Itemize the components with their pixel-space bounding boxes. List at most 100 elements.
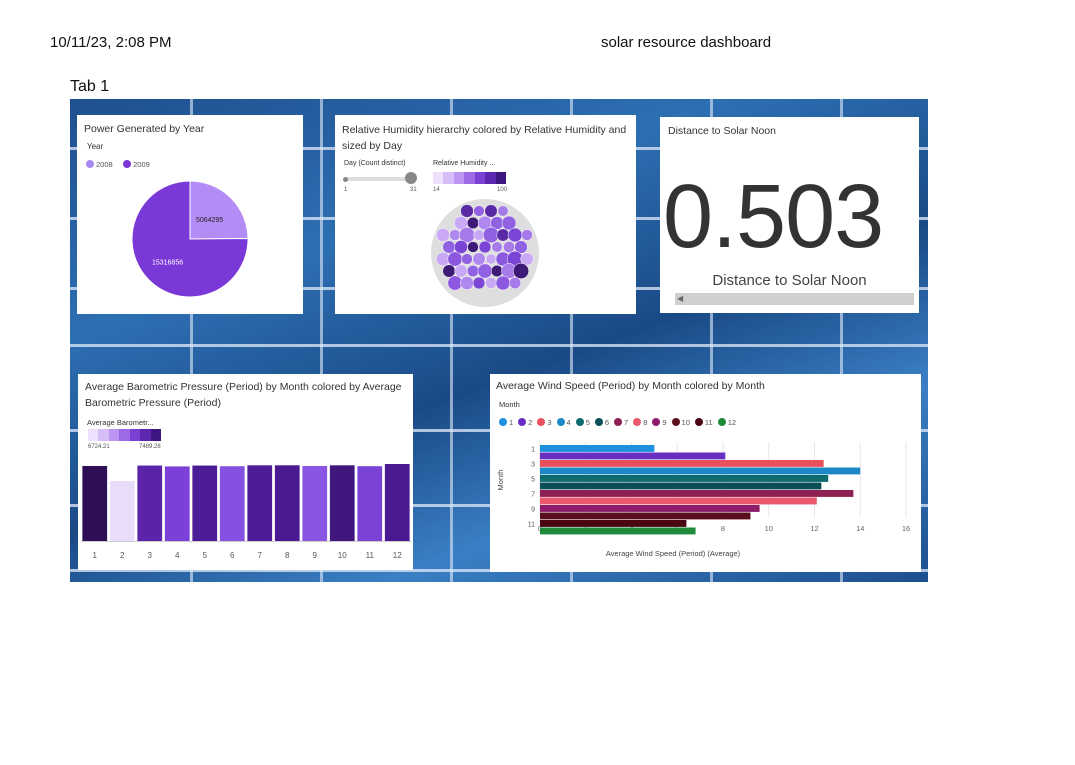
bar-month-6[interactable] <box>219 466 245 541</box>
kpi-title: Distance to Solar Noon <box>668 125 776 137</box>
y-tick-label: 7 <box>531 492 535 499</box>
bubble[interactable] <box>495 275 511 291</box>
x-tick-label: 5 <box>203 551 208 560</box>
bubble[interactable] <box>491 241 503 253</box>
x-tick-label: 4 <box>175 551 180 560</box>
x-tick-label: 10 <box>765 524 773 533</box>
bubble[interactable] <box>485 253 497 265</box>
bubble[interactable] <box>472 252 486 266</box>
bar-month-2[interactable] <box>540 452 726 460</box>
bubble[interactable] <box>449 229 461 241</box>
bubble[interactable] <box>447 275 463 291</box>
bar-month-4[interactable] <box>164 466 190 541</box>
bar-month-12[interactable] <box>384 464 410 541</box>
bar-month-10[interactable] <box>329 465 355 541</box>
y-tick-label: 11 <box>528 522 535 529</box>
tab-1[interactable]: Tab 1 <box>70 78 109 96</box>
x-axis-label: Average Wind Speed (Period) (Average) <box>606 549 741 558</box>
x-tick-label: 14 <box>856 524 864 533</box>
bubble[interactable] <box>485 277 497 289</box>
bar-month-2[interactable] <box>109 480 135 541</box>
bar-month-6[interactable] <box>540 482 822 490</box>
kpi-label: Distance to Solar Noon <box>712 272 867 289</box>
x-tick-label: 16 <box>902 524 910 533</box>
bubble[interactable] <box>508 276 522 290</box>
bubble[interactable] <box>478 240 492 254</box>
x-tick-label: 7 <box>258 551 263 560</box>
pie-data-label: 15316856 <box>152 260 183 267</box>
pie-slice-2008[interactable] <box>189 180 249 240</box>
bubble[interactable] <box>447 251 463 267</box>
bar-month-11[interactable] <box>357 466 383 541</box>
bubble[interactable] <box>466 264 480 278</box>
dashboard-title: solar resource dashboard <box>601 34 772 51</box>
x-tick-label: 1 <box>93 551 98 560</box>
bar-month-3[interactable] <box>540 460 824 467</box>
bubble[interactable] <box>460 204 474 218</box>
bar-month-1[interactable] <box>82 465 108 541</box>
bubble[interactable] <box>503 241 515 253</box>
bar-month-10[interactable] <box>540 512 751 520</box>
kpi-card: Distance to Solar Noon 0.503 Distance to… <box>660 117 919 313</box>
x-tick-label: 12 <box>393 551 402 560</box>
kpi-value: 0.503 <box>663 167 884 267</box>
bar-month-9[interactable] <box>540 505 760 512</box>
bubble[interactable] <box>461 253 473 265</box>
bubble[interactable] <box>454 264 468 278</box>
bubble[interactable] <box>442 240 456 254</box>
bubble[interactable] <box>436 228 450 242</box>
x-tick-label: 8 <box>285 551 290 560</box>
bubble-chart <box>431 199 539 307</box>
y-tick-label: 1 <box>531 447 535 454</box>
x-tick-label: 11 <box>366 551 375 560</box>
baro-bar-chart: 1 2 3 4 5 6 7 8 9 10 11 12 <box>81 464 411 560</box>
bubble[interactable] <box>496 228 510 242</box>
y-tick-label: 5 <box>531 477 535 484</box>
bubble[interactable] <box>497 205 509 217</box>
bar-month-7[interactable] <box>247 465 273 541</box>
bubble[interactable] <box>473 229 485 241</box>
bar-month-4[interactable] <box>540 467 861 475</box>
pie-card: Power Generated by Year Year 2008 2009 5… <box>77 115 303 314</box>
bar-month-5[interactable] <box>192 465 218 541</box>
x-tick-label: 8 <box>721 524 725 533</box>
bubble-card: Relative Humidity hierarchy colored by R… <box>335 115 636 314</box>
scroll-left-icon[interactable]: ◀ <box>677 295 683 303</box>
bar-month-8[interactable] <box>274 465 300 541</box>
report-date: 10/11/23, 2:08 PM <box>50 34 172 51</box>
bubble[interactable] <box>460 276 474 290</box>
y-tick-label: 3 <box>531 462 535 469</box>
bubble[interactable] <box>477 263 493 279</box>
bubble[interactable] <box>507 227 523 243</box>
bar-month-3[interactable] <box>137 465 163 541</box>
y-axis-label: Month <box>496 470 505 491</box>
y-tick-label: 9 <box>531 507 535 514</box>
bar-month-8[interactable] <box>540 497 817 505</box>
kpi-scrollbar[interactable]: ◀ <box>675 293 914 305</box>
x-tick-label: 2 <box>120 551 125 560</box>
bubble[interactable] <box>521 229 533 241</box>
bar-month-1[interactable] <box>540 445 655 452</box>
bar-month-11[interactable] <box>540 520 687 527</box>
bubble[interactable] <box>442 264 456 278</box>
bubble[interactable] <box>473 205 485 217</box>
pie-chart: 5064295 15316856 <box>131 180 249 298</box>
bar-month-12[interactable] <box>540 527 696 535</box>
bar-month-7[interactable] <box>540 490 854 497</box>
wind-card: Average Wind Speed (Period) by Month col… <box>490 374 921 572</box>
bar-month-9[interactable] <box>302 465 328 541</box>
wind-bar-chart: 02468101214161357911MonthAverage Wind Sp… <box>496 442 910 558</box>
bubble[interactable] <box>467 241 479 253</box>
x-tick-label: 12 <box>810 524 818 533</box>
bubble[interactable] <box>466 216 480 230</box>
x-tick-label: 9 <box>313 551 318 560</box>
x-tick-label: 6 <box>230 551 235 560</box>
bubble[interactable] <box>490 264 504 278</box>
bubble[interactable] <box>512 262 530 280</box>
bubble[interactable] <box>484 204 498 218</box>
baro-card: Average Barometric Pressure (Period) by … <box>78 374 413 570</box>
bubble[interactable] <box>472 276 486 290</box>
pie-data-label: 5064295 <box>196 217 223 224</box>
bar-month-5[interactable] <box>540 475 829 482</box>
x-tick-label: 3 <box>148 551 153 560</box>
